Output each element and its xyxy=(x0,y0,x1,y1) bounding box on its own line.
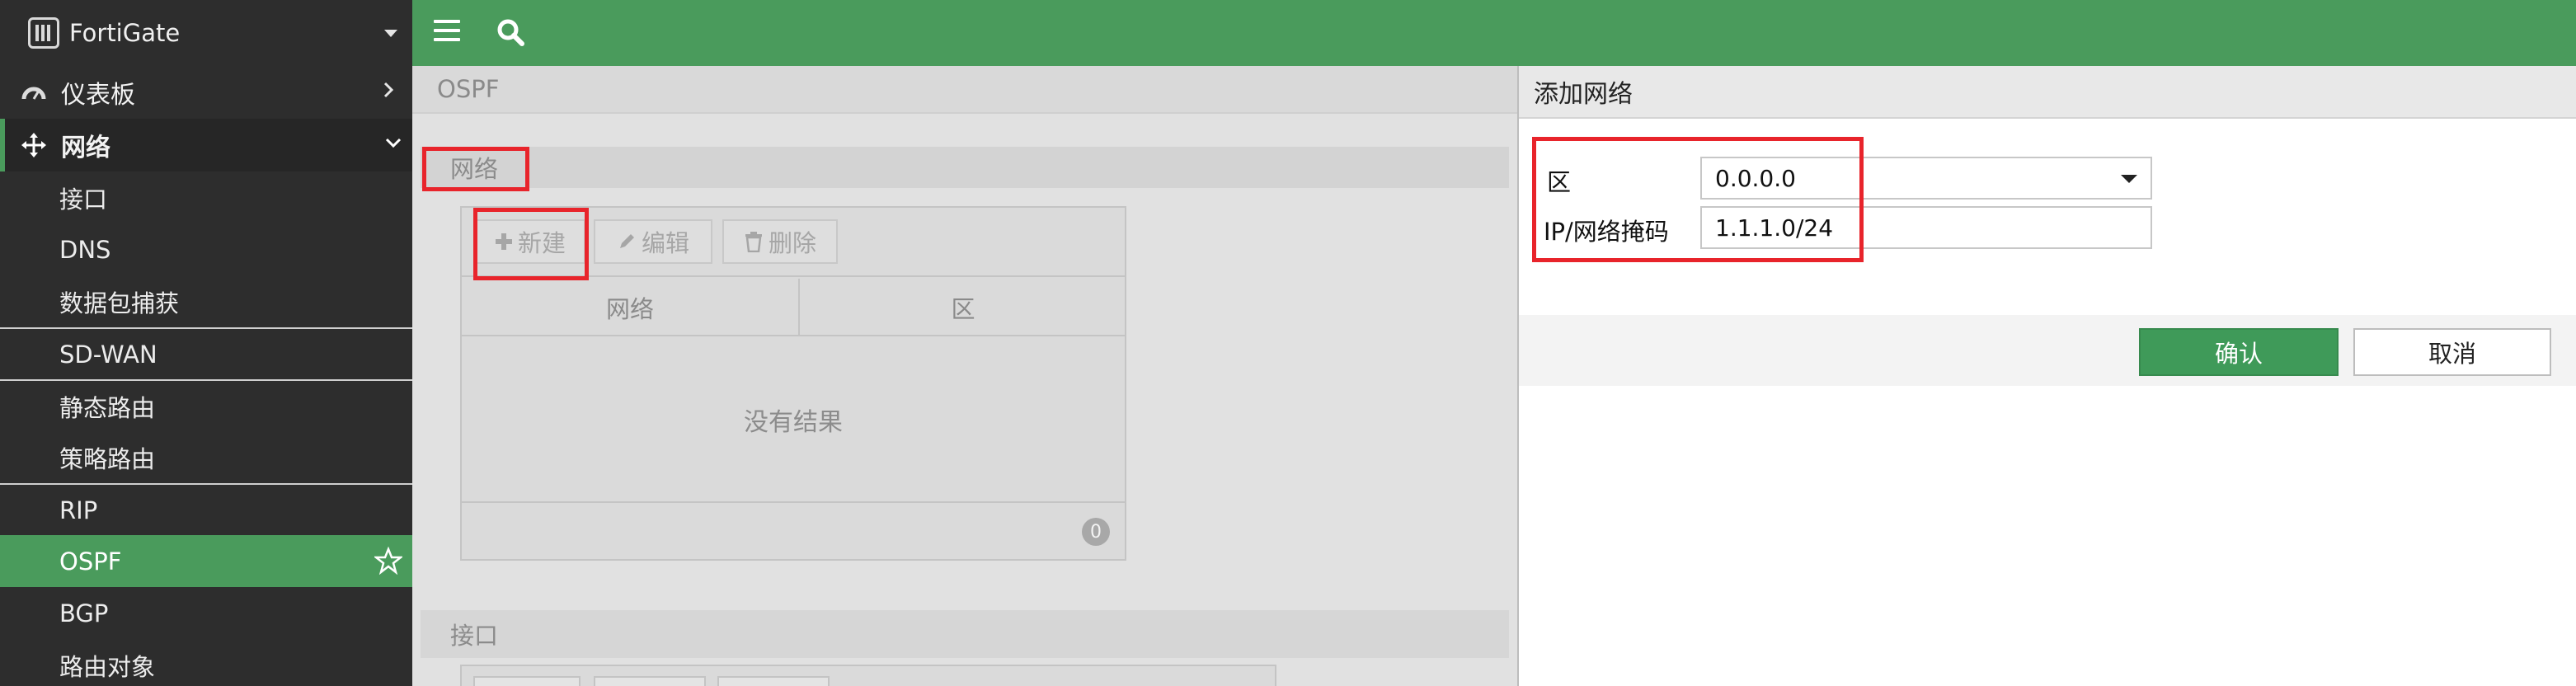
interface-section-title[interactable]: 接口 xyxy=(421,610,1509,658)
sidebar-item-label: 静态路由 xyxy=(59,393,156,422)
interface-table-panel xyxy=(460,665,1276,686)
cancel-button[interactable]: 取消 xyxy=(2353,328,2551,376)
trash-icon xyxy=(745,232,762,252)
sidebar-item-policy-routes[interactable]: 策略路由 xyxy=(0,431,412,483)
dialog-title: 添加网络 xyxy=(1519,66,2576,119)
highlight-box-new-button xyxy=(473,208,589,280)
add-network-dialog: 添加网络 区 0.0.0.0 IP/网络掩码 1.1.1.0/24 确认 取消 xyxy=(1517,66,2576,686)
sidebar-item-sd-wan[interactable]: SD-WAN xyxy=(0,327,412,379)
sidebar-item-label: OSPF xyxy=(59,547,122,576)
sidebar-item-bgp[interactable]: BGP xyxy=(0,587,412,639)
dialog-footer: 确认 取消 xyxy=(1519,315,2576,386)
sidebar-item-label: RIP xyxy=(59,496,98,524)
search-icon[interactable] xyxy=(495,16,528,49)
row-count-badge: 0 xyxy=(1082,518,1110,546)
column-header-network[interactable]: 网络 xyxy=(462,279,800,336)
sidebar-item-label: 网络 xyxy=(61,134,110,162)
brand-name: FortiGate xyxy=(69,19,181,47)
sidebar-item-ospf[interactable]: OSPF xyxy=(0,535,412,587)
column-header-area[interactable]: 区 xyxy=(801,279,1125,336)
top-bar xyxy=(412,0,2576,66)
sidebar-item-dns[interactable]: DNS xyxy=(0,223,412,275)
sidebar-item-dashboard[interactable]: 仪表板 xyxy=(0,66,412,119)
empty-results-text: 没有结果 xyxy=(462,338,1125,503)
sidebar-item-rip[interactable]: RIP xyxy=(0,483,412,535)
hamburger-menu-icon[interactable] xyxy=(434,20,460,43)
sidebar-item-packet-capture[interactable]: 数据包捕获 xyxy=(0,275,412,327)
interface-toolbar-button[interactable] xyxy=(473,676,581,686)
fortigate-logo-icon xyxy=(28,17,59,49)
chevron-right-icon xyxy=(379,81,397,99)
ok-button[interactable]: 确认 xyxy=(2139,328,2339,376)
dashboard-icon xyxy=(20,78,48,106)
sidebar-item-static-routes[interactable]: 静态路由 xyxy=(0,379,412,431)
delete-button[interactable]: 删除 xyxy=(722,219,838,264)
sidebar-item-label: BGP xyxy=(59,599,109,627)
sidebar-item-label: 策略路由 xyxy=(59,444,156,473)
edit-button-label: 编辑 xyxy=(641,229,689,257)
chevron-down-icon xyxy=(384,134,402,152)
dropdown-arrow-icon xyxy=(2121,175,2137,183)
interface-toolbar-button[interactable] xyxy=(717,676,830,686)
network-table-header: 网络 区 xyxy=(462,279,1125,336)
brand-header[interactable]: FortiGate xyxy=(0,0,412,66)
sidebar-item-network[interactable]: 网络 xyxy=(0,119,412,172)
caret-down-icon[interactable] xyxy=(384,30,397,37)
highlight-box-dialog-fields xyxy=(1532,137,1864,262)
sidebar-item-label: 仪表板 xyxy=(61,81,135,110)
edit-button[interactable]: 编辑 xyxy=(594,219,712,264)
highlight-box-network-title xyxy=(422,147,529,191)
sidebar-item-routing-objects[interactable]: 路由对象 xyxy=(0,639,412,686)
main-content: OSPF 网络 新建 编辑 删除 网络 区 没有结果 0 接口 xyxy=(412,66,1517,686)
sidebar-item-label: 路由对象 xyxy=(59,652,156,681)
pencil-icon xyxy=(619,234,634,248)
star-favorite-icon[interactable] xyxy=(373,546,404,576)
interface-toolbar-button[interactable] xyxy=(594,676,706,686)
sidebar-item-interfaces[interactable]: 接口 xyxy=(0,172,412,223)
sidebar-item-label: SD-WAN xyxy=(59,340,157,369)
breadcrumb: OSPF xyxy=(412,66,1517,114)
sidebar: FortiGate 仪表板 网络 接口 DNS 数据包捕获 SD-WAN 静态路… xyxy=(0,0,412,686)
sidebar-item-label: 数据包捕获 xyxy=(59,289,180,317)
network-section-title[interactable]: 网络 xyxy=(421,147,1509,188)
move-arrows-icon xyxy=(20,131,48,159)
sidebar-item-label: DNS xyxy=(59,235,111,264)
sidebar-item-label: 接口 xyxy=(59,185,108,214)
delete-button-label: 删除 xyxy=(768,229,816,257)
